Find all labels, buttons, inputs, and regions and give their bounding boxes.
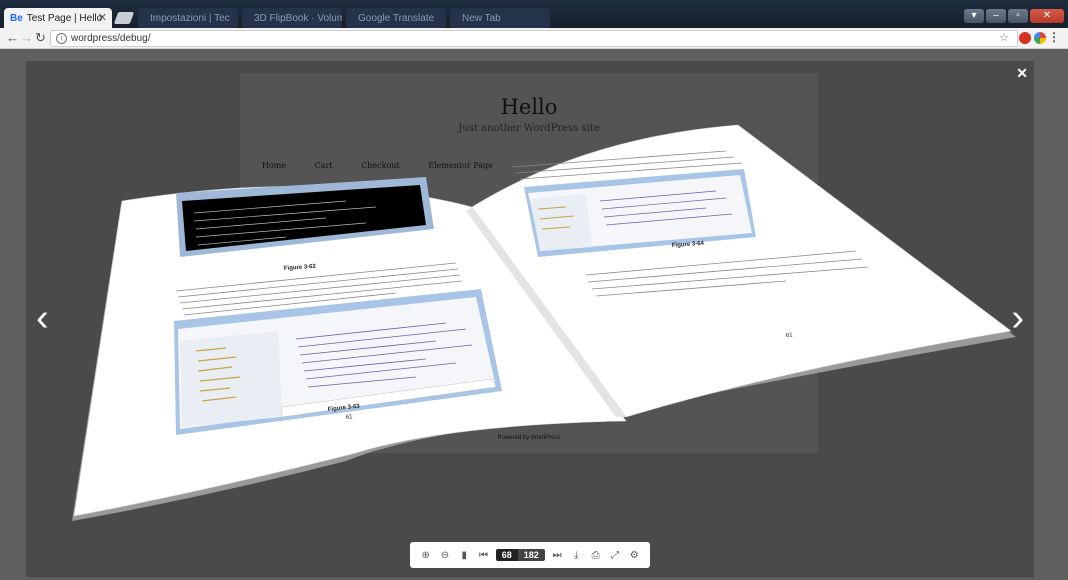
maximize-button[interactable]: ▫ xyxy=(1008,9,1028,23)
tab-inactive-2[interactable]: 3D FlipBook · Volume 1... xyxy=(242,8,342,28)
window-close-button[interactable]: ✕ xyxy=(1030,9,1064,23)
new-tab-button[interactable] xyxy=(113,12,135,24)
reload-icon[interactable]: ↻ xyxy=(35,30,46,46)
zoom-out-icon[interactable]: ⊖ xyxy=(438,550,452,561)
settings-gear-icon[interactable]: ⚙ xyxy=(627,550,641,561)
right-ide-explorer xyxy=(530,194,592,251)
user-icon[interactable]: ▾ xyxy=(964,9,984,23)
chevron-left-icon[interactable]: ‹ xyxy=(36,299,49,337)
browser-toolbar: ← → ↻ i wordpress/debug/ ☆ ⋮ xyxy=(0,28,1068,49)
print-icon[interactable]: ⎙ xyxy=(589,550,603,561)
last-page-icon[interactable]: ⏭ xyxy=(550,550,564,561)
tab-title: Test Page | Hello xyxy=(26,12,103,24)
page-counter[interactable]: 68 182 xyxy=(495,549,545,561)
window-controls: ▾ – ▫ ✕ xyxy=(964,9,1064,23)
back-arrow-icon[interactable]: ← xyxy=(6,30,19,46)
current-page[interactable]: 68 xyxy=(495,549,518,561)
zoom-in-icon[interactable]: ⊕ xyxy=(419,550,433,561)
left-page-number: 61 xyxy=(346,414,354,421)
url-text: wordpress/debug/ xyxy=(71,33,151,44)
tab-inactive-1[interactable]: Impostazioni | Tec xyxy=(138,8,238,28)
total-pages: 182 xyxy=(517,549,545,561)
page-viewport: Hello Just another WordPress site Home C… xyxy=(0,49,1068,580)
tab-inactive-4[interactable]: New Tab xyxy=(450,8,550,28)
fullscreen-icon[interactable]: ⤢ xyxy=(608,550,622,561)
tab-active[interactable]: Be Test Page | Hello ✕ xyxy=(4,8,112,28)
minimize-button[interactable]: – xyxy=(986,9,1006,23)
tab-inactive-3[interactable]: Google Translate xyxy=(346,8,446,28)
chevron-right-icon[interactable]: › xyxy=(1011,299,1024,337)
close-icon[interactable]: ✕ xyxy=(1016,65,1028,82)
behance-favicon-icon: Be xyxy=(10,12,23,24)
bookmark-icon[interactable]: ▮ xyxy=(457,550,471,561)
browser-menu-icon[interactable]: ⋮ xyxy=(1048,30,1060,44)
flipbook-3d[interactable]: Figure 3-62 Figure 3-63 61 Figure 3-64 6… xyxy=(26,61,1034,531)
address-bar[interactable]: i wordpress/debug/ ☆ xyxy=(50,30,1018,47)
extension-adblock-icon[interactable] xyxy=(1019,32,1031,44)
right-page-number: 61 xyxy=(786,332,794,338)
tab-close-icon[interactable]: ✕ xyxy=(98,11,107,24)
first-page-icon[interactable]: ⏮ xyxy=(476,550,490,561)
info-icon[interactable]: i xyxy=(56,32,67,44)
ide-package-explorer xyxy=(180,331,282,427)
bookmark-star-icon[interactable]: ☆ xyxy=(999,31,1009,46)
forward-arrow-icon[interactable]: → xyxy=(20,30,33,46)
browser-tab-strip: Be Test Page | Hello ✕ Impostazioni | Te… xyxy=(0,0,1068,28)
download-icon[interactable]: ⤓ xyxy=(569,550,583,561)
flipbook-toolbar: ⊕ ⊖ ▮ ⏮ 68 182 ⏭ ⤓ ⎙ ⤢ ⚙ xyxy=(410,542,650,568)
extension-chrome-icon[interactable] xyxy=(1034,32,1046,44)
flipbook-lightbox: Hello Just another WordPress site Home C… xyxy=(26,61,1034,577)
